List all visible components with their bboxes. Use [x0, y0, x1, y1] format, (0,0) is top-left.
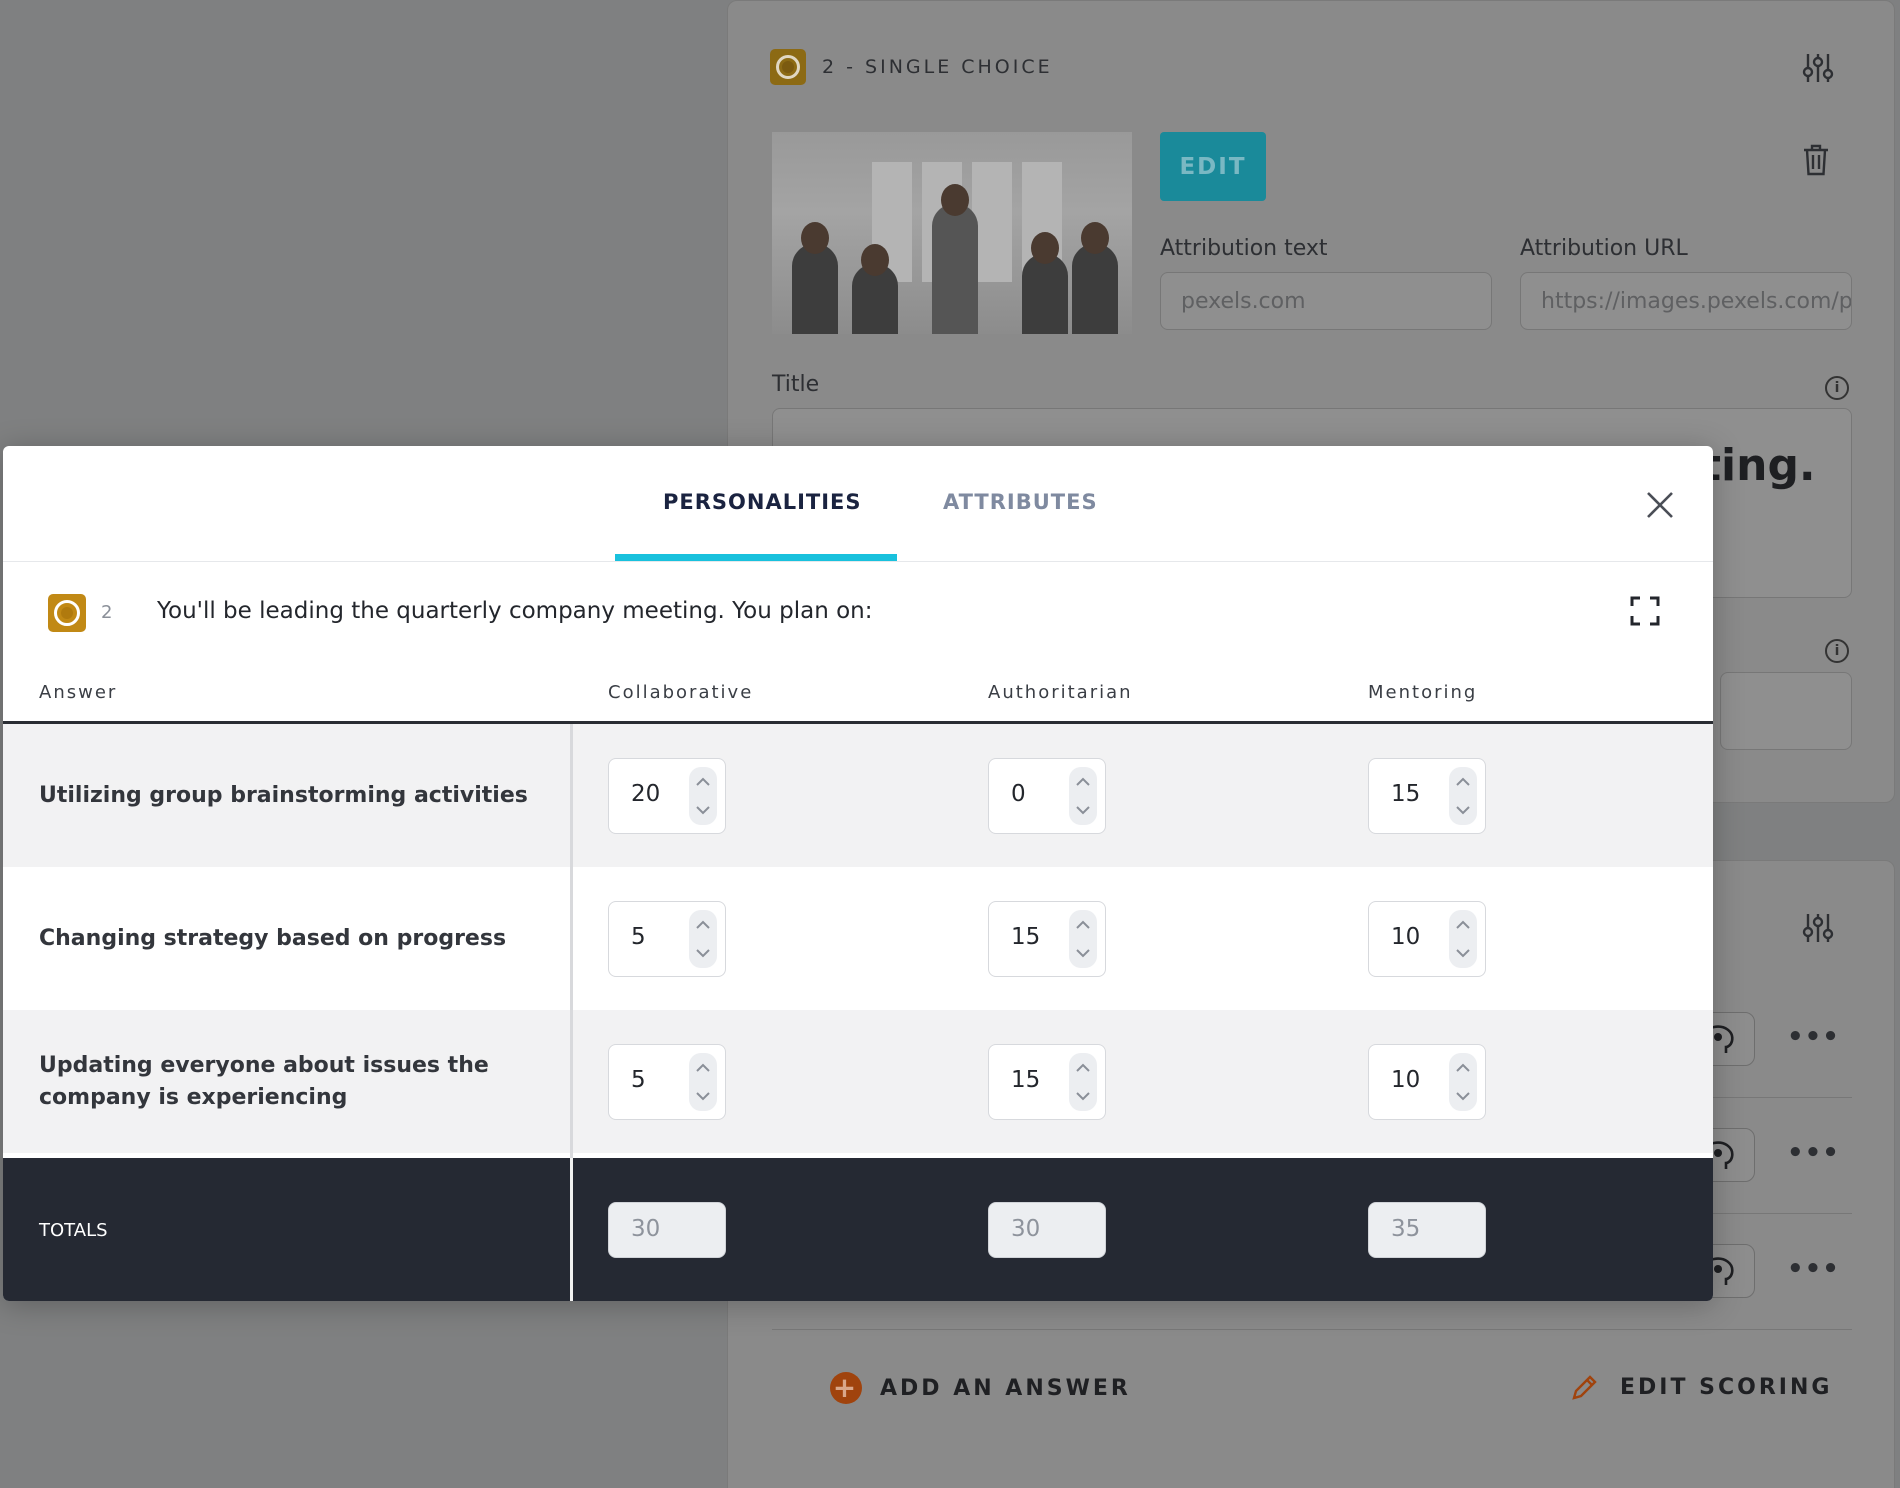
chevron-up-icon[interactable] — [1076, 920, 1090, 930]
score-input-authoritarian[interactable]: 0 — [988, 758, 1106, 834]
column-header-collaborative: Collaborative — [608, 682, 754, 703]
stepper[interactable] — [689, 910, 717, 968]
chevron-down-icon[interactable] — [1456, 948, 1470, 958]
chevron-down-icon[interactable] — [1076, 805, 1090, 815]
scoring-modal: PERSONALITIES ATTRIBUTES 2 You'll be lea… — [3, 446, 1713, 1301]
chevron-up-icon[interactable] — [696, 920, 710, 930]
column-header-mentoring: Mentoring — [1368, 682, 1478, 703]
chevron-down-icon[interactable] — [1076, 948, 1090, 958]
total-authoritarian: 30 — [988, 1202, 1106, 1258]
attribution-url-input[interactable]: https://images.pexels.com/p — [1520, 272, 1852, 330]
title-label: Title — [772, 372, 820, 397]
stepper[interactable] — [1449, 1053, 1477, 1111]
stepper[interactable] — [1449, 767, 1477, 825]
sliders-icon[interactable] — [1802, 912, 1834, 944]
chevron-up-icon[interactable] — [696, 777, 710, 787]
tab-attributes[interactable]: ATTRIBUTES — [943, 490, 1098, 514]
edit-scoring-button[interactable]: EDIT SCORING — [1570, 1372, 1832, 1402]
question-image[interactable] — [772, 132, 1132, 334]
pencil-icon — [1572, 1375, 1597, 1400]
stepper[interactable] — [1069, 1053, 1097, 1111]
score-input-collaborative[interactable]: 20 — [608, 758, 726, 834]
table-row: Changing strategy based on progress 5 15… — [3, 867, 1713, 1010]
totals-row: TOTALS 30 30 35 — [3, 1158, 1713, 1301]
score-input-collaborative[interactable]: 5 — [608, 1044, 726, 1120]
more-options-icon[interactable]: ••• — [1787, 1138, 1840, 1168]
answer-label: Changing strategy based on progress — [39, 926, 507, 951]
stepper[interactable] — [1069, 767, 1097, 825]
stepper[interactable] — [1069, 910, 1097, 968]
table-row: Updating everyone about issues the compa… — [3, 1010, 1713, 1153]
attribution-text-input[interactable]: pexels.com — [1160, 272, 1492, 330]
attribution-text-label: Attribution text — [1160, 236, 1328, 261]
active-tab-indicator — [615, 554, 897, 561]
chevron-down-icon[interactable] — [1456, 1091, 1470, 1101]
add-answer-label: ADD AN ANSWER — [880, 1375, 1131, 1401]
stepper[interactable] — [1449, 910, 1477, 968]
question-number: 2 — [101, 602, 113, 623]
chevron-up-icon[interactable] — [1456, 920, 1470, 930]
more-options-icon[interactable]: ••• — [1787, 1254, 1840, 1284]
score-input-authoritarian[interactable]: 15 — [988, 1044, 1106, 1120]
score-input-authoritarian[interactable]: 15 — [988, 901, 1106, 977]
radio-circle-icon — [48, 594, 86, 632]
column-header-answer: Answer — [39, 682, 118, 703]
chevron-up-icon[interactable] — [1076, 777, 1090, 787]
chevron-up-icon[interactable] — [1076, 1063, 1090, 1073]
expand-icon[interactable] — [1630, 596, 1660, 626]
chevron-down-icon[interactable] — [1456, 805, 1470, 815]
info-icon[interactable]: i — [1825, 639, 1849, 663]
answer-label: Updating everyone about issues the compa… — [39, 1053, 489, 1110]
stepper[interactable] — [689, 767, 717, 825]
more-options-icon[interactable]: ••• — [1787, 1022, 1840, 1052]
title-text-fragment: ting. — [1700, 440, 1816, 491]
attribution-url-label: Attribution URL — [1520, 236, 1688, 261]
radio-circle-icon — [770, 49, 806, 85]
edit-image-button[interactable]: EDIT — [1160, 132, 1266, 201]
total-mentoring: 35 — [1368, 1202, 1486, 1258]
sliders-icon[interactable] — [1802, 52, 1834, 84]
question-text: You'll be leading the quarterly company … — [157, 598, 873, 624]
chevron-down-icon[interactable] — [696, 1091, 710, 1101]
description-input[interactable] — [1720, 672, 1852, 750]
plus-circle-icon: + — [830, 1372, 862, 1404]
question-type-label: 2 - SINGLE CHOICE — [822, 56, 1053, 78]
total-collaborative: 30 — [608, 1202, 726, 1258]
score-input-mentoring[interactable]: 15 — [1368, 758, 1486, 834]
chevron-down-icon[interactable] — [696, 948, 710, 958]
score-input-collaborative[interactable]: 5 — [608, 901, 726, 977]
info-icon[interactable]: i — [1825, 376, 1849, 400]
column-header-authoritarian: Authoritarian — [988, 682, 1133, 703]
chevron-up-icon[interactable] — [696, 1063, 710, 1073]
totals-label: TOTALS — [39, 1220, 108, 1241]
answer-label: Utilizing group brainstorming activities — [39, 783, 528, 808]
chevron-down-icon[interactable] — [696, 805, 710, 815]
table-row: Utilizing group brainstorming activities… — [3, 724, 1713, 867]
trash-icon[interactable] — [1802, 144, 1830, 176]
edit-scoring-label: EDIT SCORING — [1620, 1374, 1833, 1400]
score-input-mentoring[interactable]: 10 — [1368, 901, 1486, 977]
tab-personalities[interactable]: PERSONALITIES — [663, 490, 862, 514]
score-input-mentoring[interactable]: 10 — [1368, 1044, 1486, 1120]
modal-tabs: PERSONALITIES ATTRIBUTES — [3, 446, 1713, 562]
chevron-up-icon[interactable] — [1456, 1063, 1470, 1073]
close-icon[interactable] — [1643, 488, 1677, 522]
chevron-down-icon[interactable] — [1076, 1091, 1090, 1101]
add-answer-button[interactable]: + ADD AN ANSWER — [830, 1372, 1131, 1404]
stepper[interactable] — [689, 1053, 717, 1111]
chevron-up-icon[interactable] — [1456, 777, 1470, 787]
